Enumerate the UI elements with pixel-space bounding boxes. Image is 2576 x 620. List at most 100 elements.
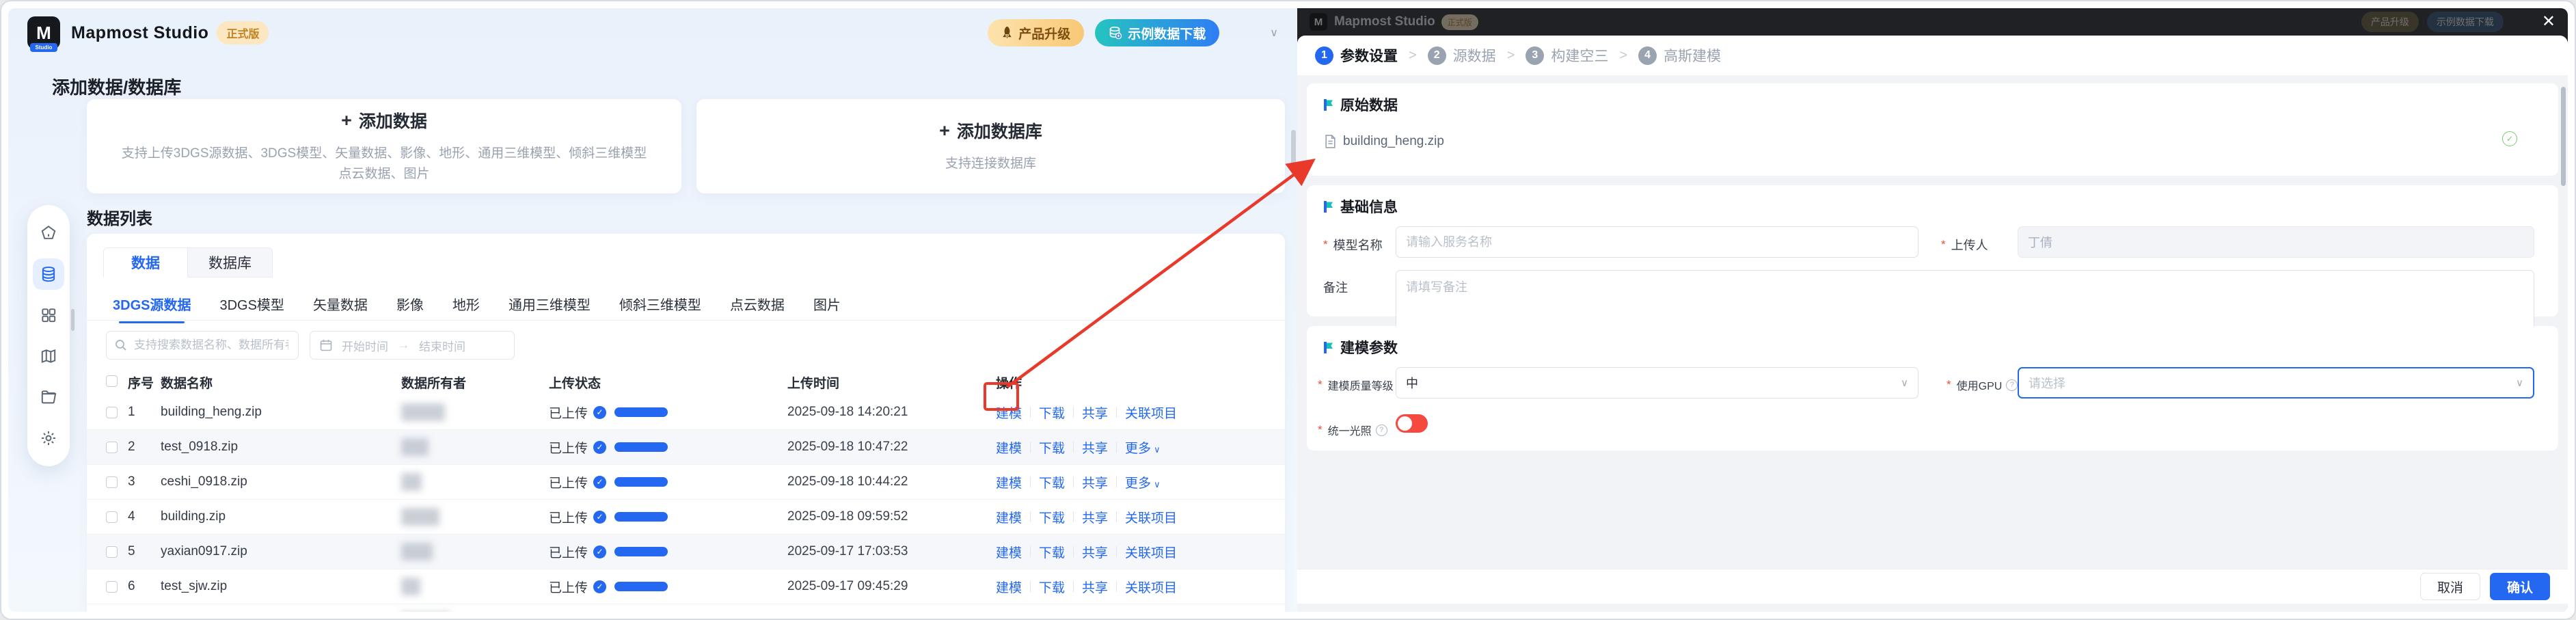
action-关联项目[interactable]: 关联项目 <box>1125 543 1177 561</box>
action-下载[interactable]: 下载 <box>1039 438 1065 457</box>
action-下载[interactable]: 下载 <box>1039 473 1065 491</box>
action-建模[interactable]: 建模 <box>996 438 1022 457</box>
sidebar-item-files[interactable] <box>33 381 64 413</box>
help-icon[interactable]: ? <box>2006 379 2018 391</box>
uploaded-check-icon: ✓ <box>593 510 607 524</box>
action-共享[interactable]: 共享 <box>1082 473 1108 491</box>
add-data-card[interactable]: + 添加数据 支持上传3DGS源数据、3DGS模型、矢量数据、影像、地形、通用三… <box>87 99 681 193</box>
sample-data-download-button[interactable]: 示例数据下载 <box>1095 19 1220 46</box>
data-name-cell: yaxian0917.zip <box>161 544 247 558</box>
action-建模[interactable]: 建模 <box>996 508 1022 526</box>
subtab-7[interactable]: 点云数据 <box>730 294 785 323</box>
row-checkbox[interactable] <box>106 441 118 453</box>
step-4[interactable]: 4 高斯建模 <box>1638 45 1721 66</box>
action-共享[interactable]: 共享 <box>1082 438 1108 457</box>
action-关联项目[interactable]: 关联项目 <box>1125 403 1177 422</box>
action-divider <box>1073 476 1074 487</box>
search-input[interactable] <box>133 338 290 353</box>
upload-progress-bar <box>614 547 668 556</box>
step-separator: > <box>1506 47 1515 63</box>
action-下载[interactable]: 下载 <box>1039 508 1065 526</box>
step-separator: > <box>1619 47 1628 63</box>
upload-time-cell: 2025-09-18 10:44:22 <box>787 474 908 489</box>
upload-progress-bar <box>614 477 668 487</box>
close-icon[interactable]: ✕ <box>2542 14 2555 30</box>
select-all-checkbox[interactable] <box>106 375 118 387</box>
date-arrow: → <box>398 338 409 351</box>
model-name-label: * 模型名称 <box>1323 238 1383 252</box>
toggle-knob <box>1398 416 1412 431</box>
model-name-input[interactable] <box>1396 226 1919 258</box>
date-range-picker[interactable]: 开始时间 → 结束时间 <box>310 331 515 360</box>
mini-scrollbar-thumb[interactable] <box>71 309 74 331</box>
left-pane-scrollbar-thumb[interactable] <box>1291 130 1296 174</box>
subtab-5[interactable]: 通用三维模型 <box>509 294 591 323</box>
action-共享[interactable]: 共享 <box>1082 508 1108 526</box>
tab-data[interactable]: 数据 <box>103 247 188 278</box>
app-header: M Studio Mapmost Studio 正式版 产品升级 示例数据下载 … <box>8 8 1297 57</box>
modal-scrollbar-thumb[interactable] <box>2561 87 2566 186</box>
subtab-4[interactable]: 地形 <box>452 294 480 323</box>
action-建模[interactable]: 建模 <box>996 578 1022 596</box>
help-icon[interactable]: ? <box>1375 424 1387 436</box>
row-checkbox[interactable] <box>106 511 118 523</box>
app-logo[interactable]: M Studio <box>27 16 60 52</box>
step-2[interactable]: 2 源数据 <box>1427 45 1496 66</box>
subtab-1[interactable]: 3DGS模型 <box>219 294 284 323</box>
sidebar-item-data[interactable] <box>33 258 64 290</box>
actions-cell: 建模下载共享关联项目 <box>996 500 1177 534</box>
row-checkbox[interactable] <box>106 406 118 418</box>
sidebar-item-settings[interactable] <box>33 422 64 454</box>
action-关联项目[interactable]: 关联项目 <box>1125 578 1177 596</box>
subtab-0[interactable]: 3DGS源数据 <box>113 294 191 323</box>
upload-time-cell: 2025-09-18 14:20:21 <box>787 405 908 419</box>
sidebar-item-map[interactable] <box>33 340 64 372</box>
sidebar-item-home[interactable] <box>33 217 64 249</box>
row-checkbox[interactable] <box>106 476 118 488</box>
unified-light-toggle[interactable] <box>1396 414 1428 433</box>
sidebar-item-apps[interactable] <box>33 299 64 331</box>
action-divider <box>1073 407 1074 418</box>
uploaded-file-item[interactable]: building_heng.zip <box>1325 134 1444 149</box>
logo-m-icon: M <box>36 22 51 43</box>
subtab-2[interactable]: 矢量数据 <box>313 294 368 323</box>
quality-select[interactable]: 中 ∨ <box>1396 367 1919 399</box>
table-row: 5 yaxian0917.zip 已上传 ✓ 2025-09-17 17:03:53 建模… <box>87 535 1285 569</box>
chevron-down-icon[interactable]: ∨ <box>1270 26 1278 40</box>
product-upgrade-button[interactable]: 产品升级 <box>988 19 1085 46</box>
action-建模[interactable]: 建模 <box>996 403 1022 422</box>
cancel-button[interactable]: 取消 <box>2420 573 2480 600</box>
add-database-card[interactable]: + 添加数据库 支持连接数据库 <box>696 99 1285 193</box>
user-avatar[interactable] <box>1230 18 1259 47</box>
row-checkbox[interactable] <box>106 580 118 593</box>
action-更多[interactable]: 更多 ∨ <box>1125 473 1161 491</box>
col-actions: 操作 <box>996 377 1022 391</box>
gpu-select[interactable]: 请选择 ∨ <box>2018 367 2534 399</box>
add-data-desc-line2: 点云数据、图片 <box>338 167 430 181</box>
confirm-button[interactable]: 确认 <box>2490 573 2550 600</box>
action-下载[interactable]: 下载 <box>1039 543 1065 561</box>
upload-progress-bar <box>614 582 668 591</box>
action-更多[interactable]: 更多 ∨ <box>1125 438 1161 457</box>
action-共享[interactable]: 共享 <box>1082 403 1108 422</box>
date-start-placeholder: 开始时间 <box>342 340 388 353</box>
action-共享[interactable]: 共享 <box>1082 578 1108 596</box>
action-下载[interactable]: 下载 <box>1039 403 1065 422</box>
step-3[interactable]: 3 构建空三 <box>1526 45 1608 66</box>
row-checkbox[interactable] <box>106 545 118 558</box>
table-row: 4 building.zip 已上传 ✓ 2025-09-18 09:59:52 建模 下载… <box>87 500 1285 535</box>
modal-footer: 取消 确认 <box>1297 569 2568 604</box>
subtab-8[interactable]: 图片 <box>813 294 841 323</box>
table-row: 1 building_heng.zip 已上传 ✓ 2025-09-18 14:20:2… <box>87 395 1285 430</box>
action-建模[interactable]: 建模 <box>996 473 1022 491</box>
action-下载[interactable]: 下载 <box>1039 578 1065 596</box>
action-建模[interactable]: 建模 <box>996 543 1022 561</box>
subtab-6[interactable]: 倾斜三维模型 <box>619 294 701 323</box>
action-divider <box>1030 546 1031 557</box>
uploaded-check-icon: ✓ <box>593 545 607 558</box>
action-关联项目[interactable]: 关联项目 <box>1125 508 1177 526</box>
action-共享[interactable]: 共享 <box>1082 543 1108 561</box>
tab-database[interactable]: 数据库 <box>188 247 273 278</box>
step-1[interactable]: 1 参数设置 <box>1315 45 1398 66</box>
subtab-3[interactable]: 影像 <box>396 294 424 323</box>
